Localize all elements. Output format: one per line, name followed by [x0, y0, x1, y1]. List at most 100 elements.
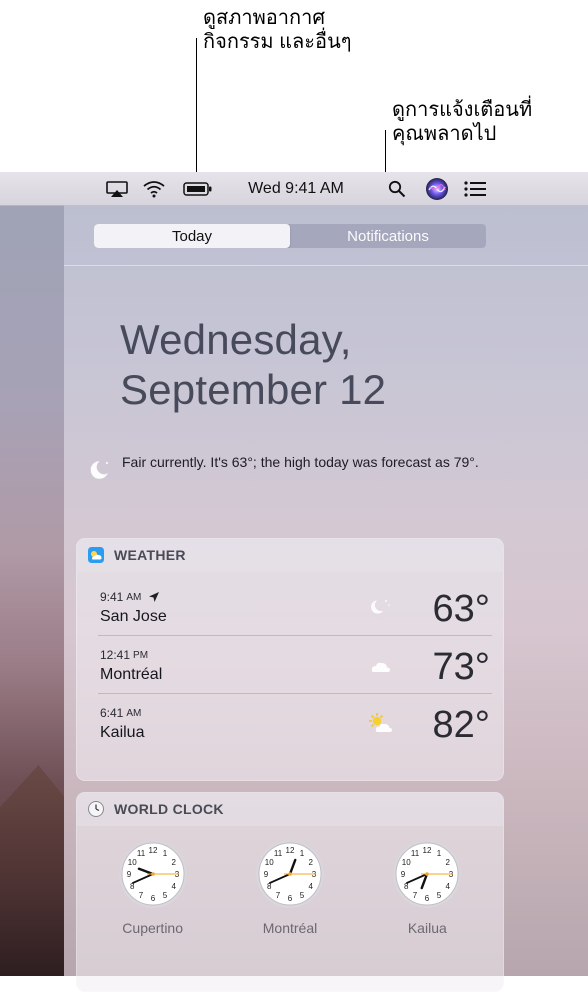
weather-time-ampm: AM — [126, 707, 142, 719]
world-clock-item[interactable]: 123456789101112 Montréal — [230, 838, 350, 936]
panel-divider — [64, 265, 588, 266]
weather-temp: 63° — [432, 588, 490, 630]
clock-numeral: 6 — [425, 894, 430, 903]
clock-center-pin — [150, 872, 155, 876]
clock-numeral: 11 — [137, 849, 146, 858]
clock-numeral: 1 — [300, 849, 305, 858]
tab-today[interactable]: Today — [94, 224, 290, 248]
clock-numeral: 9 — [401, 870, 406, 879]
search-icon[interactable] — [382, 172, 412, 205]
weather-app-icon — [88, 547, 104, 563]
menubar-clock[interactable]: Wed 9:41 AM — [234, 172, 358, 205]
clock-numeral: 4 — [309, 882, 314, 891]
clock-numeral: 2 — [446, 858, 451, 867]
wallpaper-mountain — [0, 765, 64, 976]
clock-numeral: 11 — [274, 849, 283, 858]
clock-list: 123456789101112 Cupertino 12345678910111… — [76, 826, 504, 936]
weather-row-time: 9:41 AM — [100, 590, 160, 604]
tab-notifications[interactable]: Notifications — [290, 224, 486, 248]
summary-text: Fair currently. It's 63°; the high today… — [122, 454, 479, 470]
clock-numeral: 2 — [309, 858, 314, 867]
weather-row[interactable]: 6:41 AM Kailua 82° — [98, 694, 492, 751]
analog-clock-face: 123456789101112 — [255, 840, 324, 908]
partly-sunny-icon — [369, 713, 392, 732]
weather-widget-header: WEATHER — [76, 538, 504, 572]
clock-numeral: 9 — [264, 870, 269, 879]
weather-temp: 73° — [432, 646, 490, 688]
world-clock-item[interactable]: 123456789101112 Cupertino — [93, 838, 213, 936]
battery-icon[interactable] — [180, 172, 216, 205]
callout-today-line1: ดูสภาพอากาศ — [203, 7, 326, 29]
airplay-icon[interactable] — [100, 172, 134, 205]
cloud-icon — [371, 662, 390, 672]
callout-notifications: ดูการแจ้งเตือนที่ คุณพลาดไป — [392, 98, 532, 146]
weather-list: 9:41 AM San Jose 63° 12:41 PM Montréal 7… — [76, 572, 504, 751]
clock-numeral: 10 — [402, 858, 411, 867]
moon-icon — [90, 460, 109, 480]
clock-numeral: 4 — [171, 882, 176, 891]
weather-time-ampm: AM — [126, 591, 142, 603]
clock-center-pin — [288, 872, 292, 876]
weather-widget-title: WEATHER — [114, 547, 186, 563]
weather-widget[interactable]: WEATHER 9:41 AM San Jose 63° 12:41 PM Mo… — [76, 538, 504, 781]
clock-numeral: 2 — [171, 858, 176, 867]
clock-numeral: 12 — [423, 846, 432, 855]
clock-numeral: 7 — [138, 891, 143, 900]
clock-numeral: 1 — [162, 849, 167, 858]
world-clock-item[interactable]: 123456789101112 Kailua — [367, 838, 487, 936]
weather-time-value: 6:41 — [100, 706, 124, 720]
weather-time-value: 12:41 — [100, 648, 131, 662]
weather-row[interactable]: 12:41 PM Montréal 73° — [98, 636, 492, 694]
clock-numeral: 6 — [150, 894, 155, 903]
clock-numeral: 4 — [446, 882, 451, 891]
weather-row-time: 12:41 PM — [100, 648, 148, 662]
clock-city: Kailua — [407, 920, 447, 936]
clock-numeral: 10 — [265, 858, 274, 867]
weather-row-time: 6:41 AM — [100, 706, 141, 720]
clock-numeral: 1 — [437, 849, 442, 858]
callout-notifications-line1: ดูการแจ้งเตือนที่ — [392, 99, 533, 121]
date-weekday: Wednesday, — [120, 316, 352, 363]
analog-clock-face: 123456789101112 — [118, 840, 187, 908]
clock-numeral: 5 — [437, 891, 442, 900]
clock-numeral: 5 — [300, 891, 305, 900]
today-summary: Fair currently. It's 63°; the high today… — [86, 453, 486, 483]
moon-clear-icon — [370, 599, 390, 615]
world-clock-widget-header: WORLD CLOCK — [76, 792, 504, 826]
clock-numeral: 10 — [127, 858, 136, 867]
menu-bar: Wed 9:41 AM — [0, 172, 588, 206]
callout-today-line2: กิจกรรม และอื่นๆ — [203, 31, 352, 53]
siri-icon[interactable] — [422, 172, 452, 205]
world-clock-app-icon — [88, 801, 104, 817]
date-heading: Wednesday, September 12 — [120, 315, 386, 415]
weather-row[interactable]: 9:41 AM San Jose 63° — [98, 578, 492, 636]
weather-city: Kailua — [100, 724, 145, 741]
desktop-wallpaper — [0, 205, 64, 976]
clock-numeral: 5 — [162, 891, 167, 900]
weather-time-ampm: PM — [133, 649, 149, 661]
clock-numeral: 7 — [413, 891, 418, 900]
callout-today: ดูสภาพอากาศ กิจกรรม และอื่นๆ — [203, 6, 351, 54]
today-notifications-segmented-control: Today Notifications — [94, 224, 486, 248]
notification-center-panel: Today Notifications Wednesday, September… — [64, 205, 588, 992]
clock-city: Cupertino — [122, 920, 183, 936]
clock-numeral: 9 — [126, 870, 131, 879]
wifi-icon[interactable] — [138, 172, 170, 205]
clock-numeral: 6 — [288, 894, 293, 903]
weather-temp: 82° — [432, 704, 490, 746]
world-clock-widget-title: WORLD CLOCK — [114, 801, 224, 817]
callout-notifications-line2: คุณพลาดไป — [392, 123, 497, 145]
weather-time-value: 9:41 — [100, 590, 124, 604]
date-month-day: September 12 — [120, 366, 387, 413]
clock-city: Montréal — [262, 920, 318, 936]
weather-city: San Jose — [100, 608, 167, 625]
weather-city: Montréal — [100, 666, 163, 683]
clock-numeral: 11 — [411, 849, 420, 858]
analog-clock-face: 123456789101112 — [393, 840, 462, 908]
location-arrow-icon — [149, 592, 160, 602]
clock-numeral: 12 — [286, 846, 295, 855]
clock-center-pin — [425, 872, 430, 876]
notification-center-icon[interactable] — [458, 172, 492, 205]
clock-numeral: 7 — [276, 891, 281, 900]
world-clock-widget[interactable]: WORLD CLOCK 123456789101112 Cupertino 12… — [76, 792, 504, 992]
